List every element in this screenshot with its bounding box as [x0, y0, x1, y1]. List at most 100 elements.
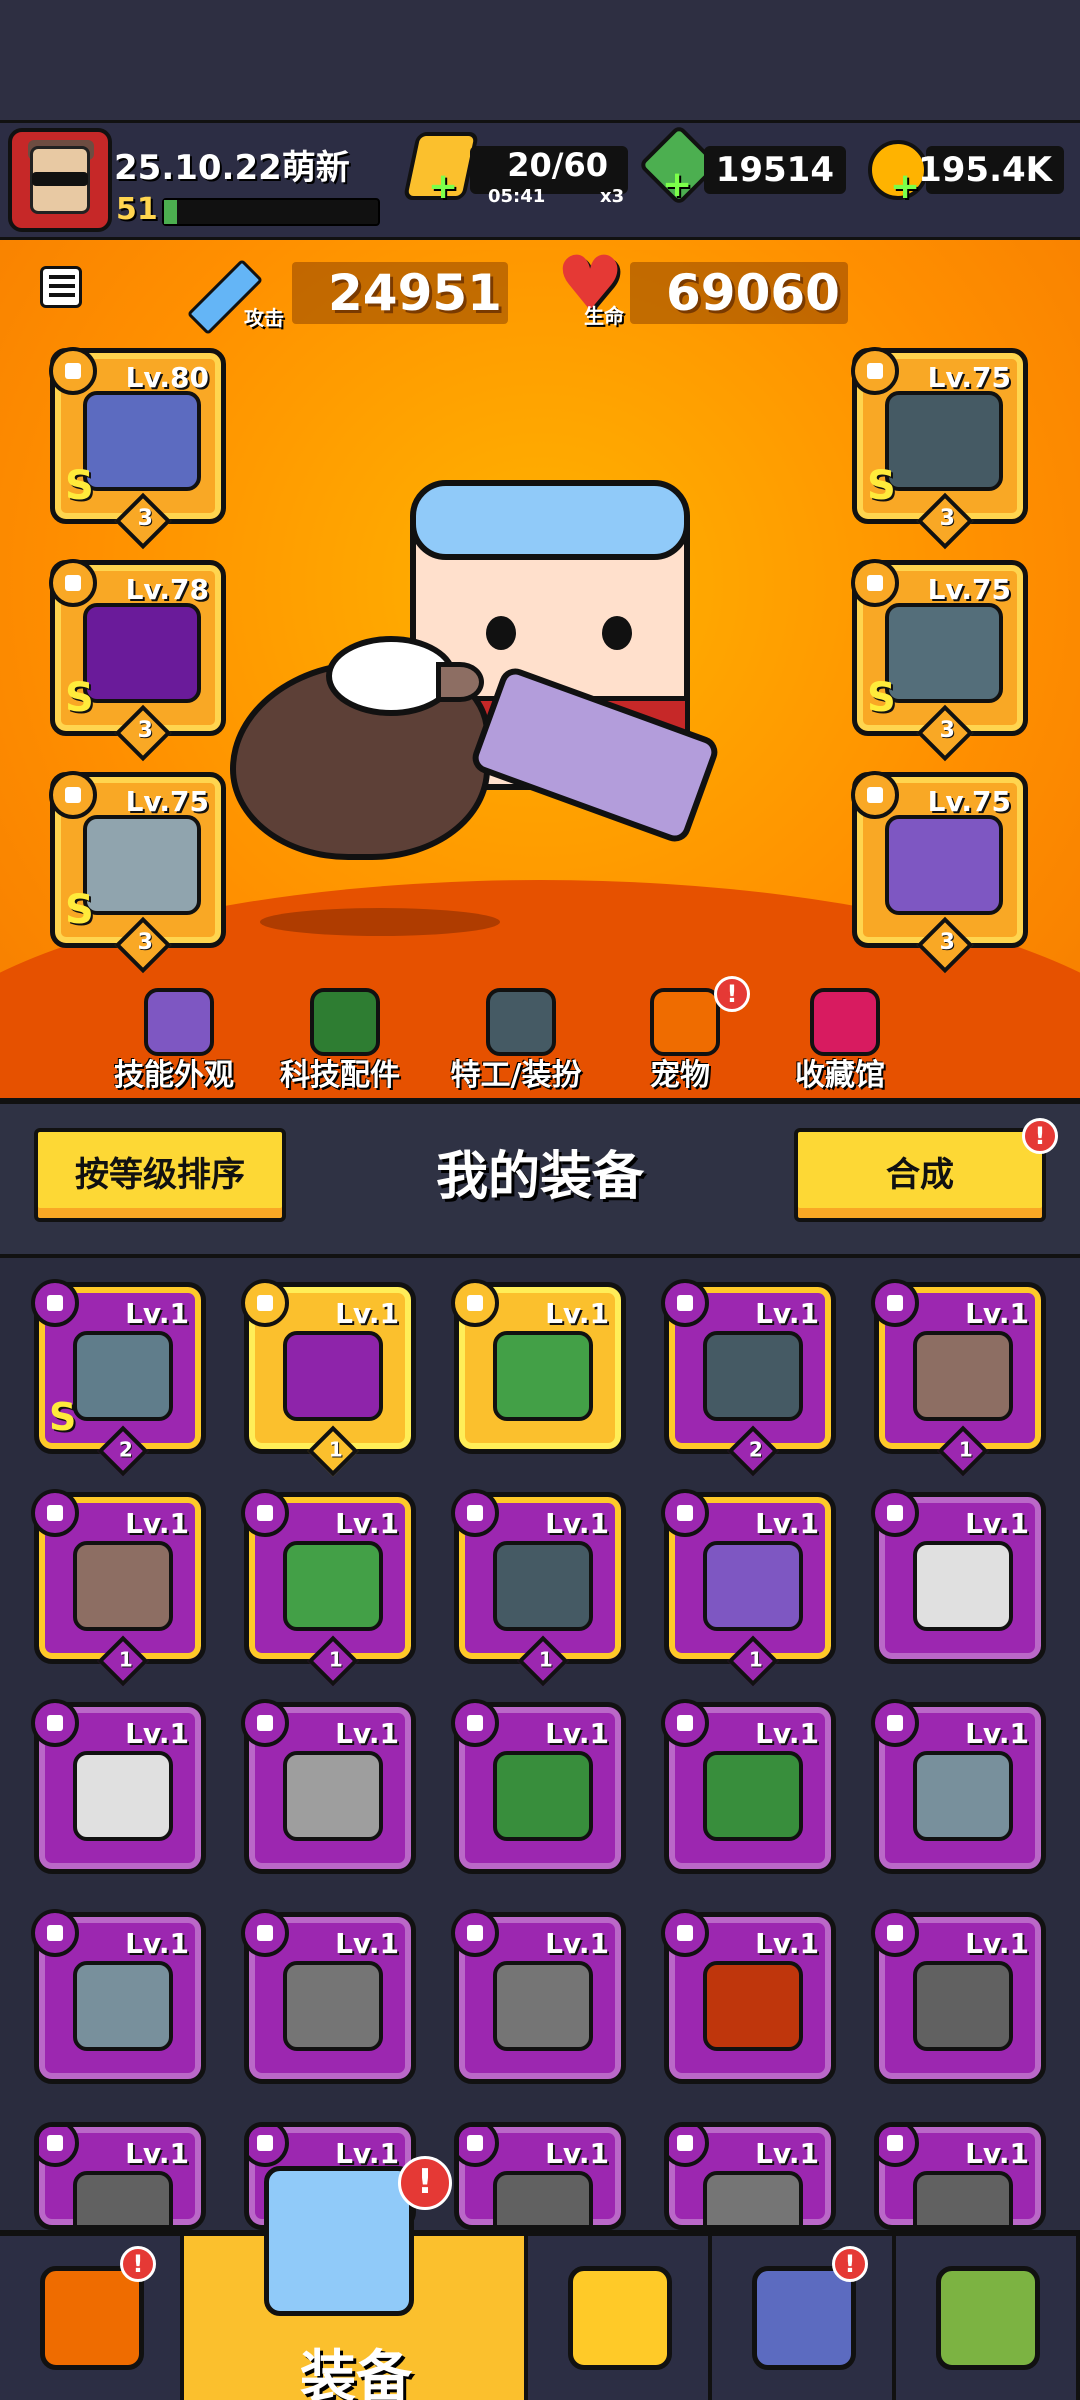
armor-icon [73, 1961, 173, 2051]
inventory-item-revolver[interactable]: Lv.1 [241, 1699, 416, 1874]
shortcut-2[interactable]: 特工/装扮 [426, 980, 606, 1100]
inventory-item-armor[interactable]: Lv.1 [241, 1909, 416, 2084]
inventory-item-armor[interactable]: Lv.1 [451, 1699, 626, 1874]
nav-alert-badge: ! [398, 2156, 452, 2210]
player-avatar[interactable] [8, 128, 112, 232]
item-level: Lv.75 [125, 785, 209, 818]
item-rank: S [65, 463, 94, 509]
item-level: Lv.1 [965, 1507, 1029, 1540]
belt-item-icon [885, 603, 1003, 703]
boots-category-icon [851, 771, 899, 819]
inventory-item-armor[interactable]: Lv.1 [451, 1909, 626, 2084]
equipped-slot-armor[interactable]: Lv.75 S 3 [851, 347, 1028, 550]
katana-category-icon [31, 1699, 79, 1747]
xp-bar-fill [164, 200, 177, 224]
nav-tab-shop[interactable]: ! [0, 2236, 184, 2400]
item-level: Lv.80 [125, 361, 209, 394]
item-level: Lv.1 [545, 1507, 609, 1540]
equipped-slot-gloves[interactable]: Lv.75 S 3 [49, 771, 226, 974]
battle-star-icon [568, 2266, 672, 2370]
necklace-item-icon [83, 603, 201, 703]
shortcut-1[interactable]: 科技配件 [250, 980, 430, 1100]
menu-icon[interactable] [40, 266, 82, 308]
item-stars: 3 [137, 929, 153, 955]
inventory-item-necklace[interactable]: Lv.1 [454, 2122, 626, 2230]
character-shadow [260, 908, 500, 936]
skill-skin-icon [144, 988, 214, 1056]
item-level: Lv.1 [965, 1297, 1029, 1330]
inventory-item-katana[interactable]: Lv.1 [871, 1489, 1046, 1664]
inventory-item-necklace[interactable]: Lv.1 [661, 1909, 836, 2084]
item-level: Lv.1 [125, 1927, 189, 1960]
item-stars: 2 [748, 1437, 763, 1462]
armor-item-icon [885, 391, 1003, 491]
belt-icon [703, 1331, 803, 1421]
equipped-slot-belt[interactable]: Lv.75 S 3 [851, 559, 1028, 762]
necklace-icon [913, 1961, 1013, 2051]
equipped-slot-boots[interactable]: Lv.75 3 [851, 771, 1028, 974]
inventory-item-shotgun[interactable]: Lv.1 1 [31, 1489, 206, 1687]
inventory-item-necklace[interactable]: Lv.1 [874, 2122, 1046, 2230]
necklace-icon [73, 2171, 173, 2225]
item-level: Lv.1 [965, 2137, 1029, 2170]
inventory-item-armor[interactable]: Lv.1 S 2 [31, 1279, 206, 1477]
nav-tab-gene[interactable] [896, 2236, 1080, 2400]
gloves-category-icon [241, 1279, 289, 1327]
inventory-item-armor[interactable]: Lv.1 [871, 1699, 1046, 1874]
merge-alert-badge: ! [1022, 1118, 1058, 1154]
energy-value: 20/60 [507, 146, 608, 184]
item-level: Lv.1 [755, 1717, 819, 1750]
item-stars: 1 [328, 1647, 343, 1672]
item-level: Lv.1 [545, 2137, 609, 2170]
shortcut-4[interactable]: 收藏馆 [750, 980, 930, 1100]
inventory-item-necklace[interactable]: Lv.1 [871, 1909, 1046, 2084]
item-stars: 1 [118, 1647, 133, 1672]
armor-icon [913, 1751, 1013, 1841]
pet-icon [650, 988, 720, 1056]
inventory-item-gloves[interactable]: Lv.1 1 [241, 1279, 416, 1477]
energy-plus-icon[interactable]: + [428, 169, 458, 205]
eagle-beak [436, 662, 484, 702]
inventory-item-katana[interactable]: Lv.1 [31, 1699, 206, 1874]
shortcut-label: 科技配件 [280, 1058, 400, 1093]
inventory-item-belt[interactable]: Lv.1 1 [451, 1489, 626, 1687]
sort-by-level-button[interactable]: 按等级排序 [34, 1128, 286, 1222]
shortcut-0[interactable]: 技能外观 [84, 980, 264, 1100]
inventory-item-necklace[interactable]: Lv.1 1 [241, 1489, 416, 1687]
shortcut-3[interactable]: 宠物! [590, 976, 770, 1100]
equipment-icon [264, 2166, 414, 2316]
character-eye [486, 616, 516, 650]
inventory-item-necklace[interactable]: Lv.1 [34, 2122, 206, 2230]
inventory-item-necklace[interactable]: Lv.1 [664, 2122, 836, 2230]
inventory-item-necklace[interactable]: Lv.1 [451, 1279, 626, 1454]
item-rank: S [867, 675, 896, 721]
inventory-item-belt[interactable]: Lv.1 2 [661, 1279, 836, 1477]
belt-category-icon [451, 1489, 499, 1537]
nav-tab-battle[interactable] [528, 2236, 712, 2400]
necklace-category-icon [871, 1909, 919, 1957]
inventory-item-armor[interactable]: Lv.1 [31, 1909, 206, 2084]
item-stars: 3 [137, 505, 153, 531]
item-level: Lv.1 [755, 1507, 819, 1540]
item-level: Lv.1 [545, 1927, 609, 1960]
inventory-item-boots[interactable]: Lv.1 1 [661, 1489, 836, 1687]
item-level: Lv.1 [545, 1717, 609, 1750]
armor-icon [493, 1961, 593, 2051]
coin-plus-icon[interactable]: + [890, 169, 920, 205]
gem-value: 19514 [715, 150, 834, 190]
necklace-category-icon [661, 1909, 709, 1957]
belt-category-icon [851, 559, 899, 607]
item-stars: 3 [939, 505, 955, 531]
nav-tab-planet[interactable]: ! [712, 2236, 896, 2400]
energy-multiplier: x3 [600, 186, 625, 207]
equipped-slot-weapon[interactable]: Lv.80 S 3 [49, 347, 226, 550]
gem-plus-icon[interactable]: + [662, 167, 692, 203]
inventory-item-armor[interactable]: Lv.1 [661, 1699, 836, 1874]
item-rank: S [65, 887, 94, 933]
item-level: Lv.1 [335, 1717, 399, 1750]
health-label: 生命 [584, 304, 624, 328]
merge-button[interactable]: 合成 [794, 1128, 1046, 1222]
shotgun-category-icon [31, 1489, 79, 1537]
equipped-slot-necklace[interactable]: Lv.78 S 3 [49, 559, 226, 762]
inventory-item-shotgun[interactable]: Lv.1 1 [871, 1279, 1046, 1477]
